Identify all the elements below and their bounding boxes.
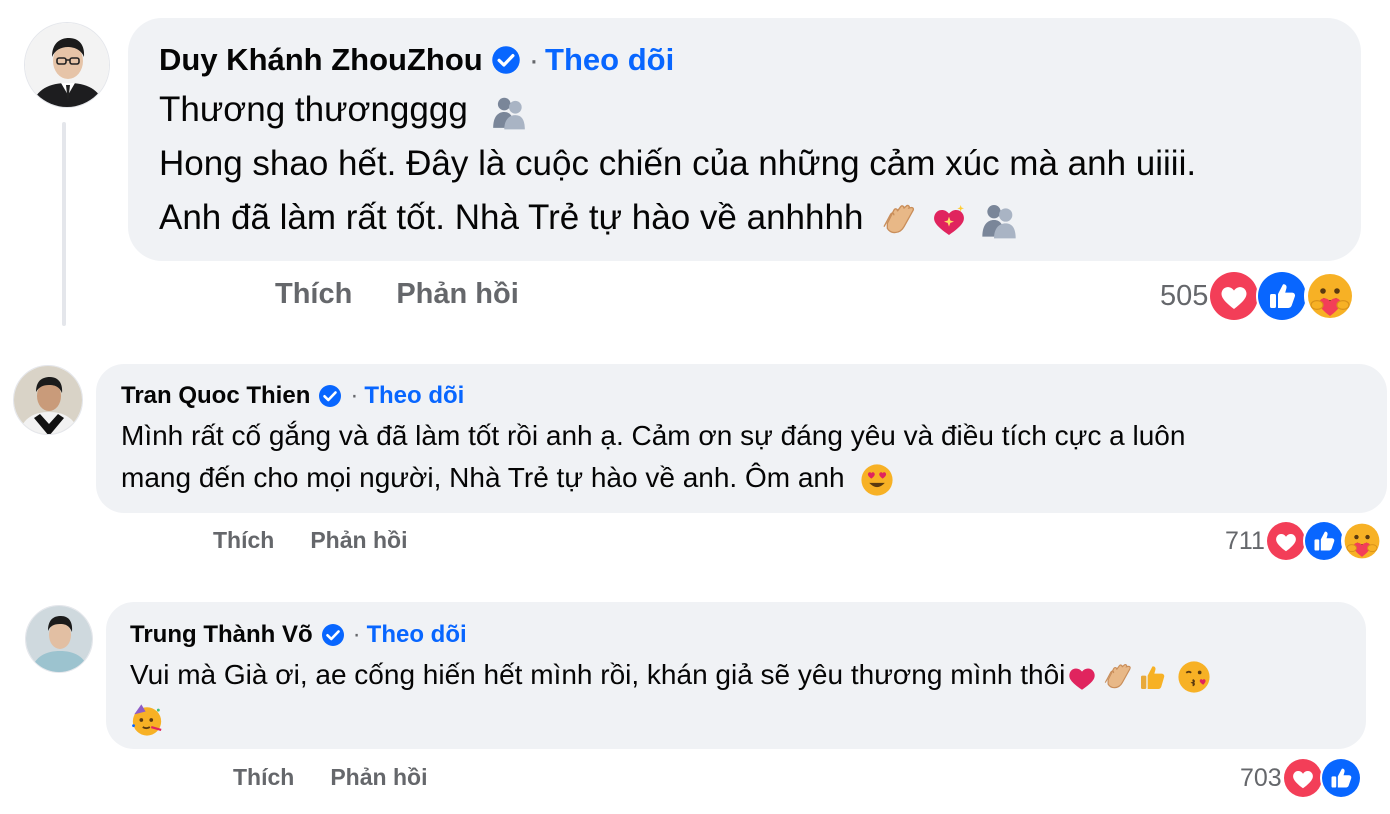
red-heart-icon <box>1069 668 1096 690</box>
like-button[interactable]: Thích <box>233 764 294 791</box>
avatar[interactable] <box>25 605 93 673</box>
comment-actions: Thích Phản hồi <box>275 278 519 311</box>
comment-header: Tran Quoc Thien · Theo dõi <box>121 382 464 410</box>
comment-actions: Thích Phản hồi <box>213 527 407 554</box>
love-reaction-icon <box>1208 270 1261 322</box>
author-name[interactable]: Trung Thành Võ <box>130 621 313 649</box>
hug-people-icon <box>981 204 1016 239</box>
comment-text-line: Anh đã làm rất tốt. Nhà Trẻ tự hào về an… <box>159 196 1019 240</box>
verified-badge-icon <box>490 45 521 75</box>
comment-text: Anh đã làm rất tốt. Nhà Trẻ tự hào về an… <box>159 198 864 237</box>
reply-button[interactable]: Phản hồi <box>310 527 407 554</box>
like-reaction-icon <box>1302 520 1345 562</box>
care-reaction-icon <box>1340 520 1383 562</box>
thread-line <box>62 122 66 326</box>
comment-header: Duy Khánh ZhouZhou · Theo dõi <box>159 42 674 78</box>
sparkling-heart-icon <box>933 204 964 235</box>
like-reaction-icon <box>1256 270 1309 322</box>
reaction-count: 703 <box>1240 763 1282 792</box>
like-button[interactable]: Thích <box>275 278 352 311</box>
avatar[interactable] <box>13 365 83 435</box>
separator-dot: · <box>352 621 361 648</box>
partying-face-icon <box>130 702 163 737</box>
comment-text: Hong shao hết. Đây là cuộc chiến của nhữ… <box>159 144 1197 183</box>
reply-button[interactable]: Phản hồi <box>396 278 518 311</box>
follow-button[interactable]: Theo dõi <box>364 382 464 410</box>
love-reaction-icon <box>1281 757 1324 799</box>
comment-text-line: Thương thươngggg <box>159 88 528 132</box>
clapping-hands-icon <box>1105 663 1132 688</box>
comment-text: Mình rất cố gắng và đã làm tốt rồi anh ạ… <box>121 420 1186 451</box>
comment-bubble: Tran Quoc Thien · Theo dõi Mình rất cố g… <box>96 364 1387 513</box>
love-reaction-icon <box>1264 520 1307 562</box>
reaction-summary[interactable]: 505 <box>1160 270 1357 322</box>
comment-text-line: Vui mà Già ơi, ae cống hiến hết mình rồi… <box>130 655 1211 695</box>
reaction-count: 711 <box>1225 526 1265 555</box>
verified-badge-icon <box>318 384 343 408</box>
like-button[interactable]: Thích <box>213 527 274 554</box>
separator-dot: · <box>528 42 540 77</box>
verified-badge-icon <box>320 623 345 647</box>
follow-button[interactable]: Theo dõi <box>367 621 467 649</box>
author-name[interactable]: Tran Quoc Thien <box>121 382 310 410</box>
heart-eyes-face-icon <box>861 464 893 496</box>
thumbs-up-icon <box>1141 666 1165 689</box>
comment-text-line: mang đến cho mọi người, Nhà Trẻ tự hào v… <box>121 458 894 498</box>
reaction-summary[interactable]: 711 <box>1225 520 1383 562</box>
care-reaction-icon <box>1304 270 1357 322</box>
kissing-face-icon <box>1177 660 1211 694</box>
comment-text: Thương thươngggg <box>159 90 468 129</box>
reaction-count: 505 <box>1160 279 1209 312</box>
separator-dot: · <box>350 382 359 409</box>
comment-actions: Thích Phản hồi <box>233 764 427 791</box>
avatar[interactable] <box>24 22 110 108</box>
reply-button[interactable]: Phản hồi <box>330 764 427 791</box>
comment-text: mang đến cho mọi người, Nhà Trẻ tự hào v… <box>121 462 845 493</box>
like-reaction-icon <box>1319 757 1362 799</box>
comment-text: Vui mà Già ơi, ae cống hiến hết mình rồi… <box>130 659 1066 690</box>
comment-text-line <box>130 698 164 738</box>
follow-button[interactable]: Theo dõi <box>545 42 674 78</box>
clapping-hands-icon <box>883 204 915 233</box>
comment-text-line: Mình rất cố gắng và đã làm tốt rồi anh ạ… <box>121 416 1185 456</box>
comment-text-line: Hong shao hết. Đây là cuộc chiến của nhữ… <box>159 142 1196 186</box>
comment-bubble: Duy Khánh ZhouZhou · Theo dõi Thương thư… <box>128 18 1361 261</box>
comment-header: Trung Thành Võ · Theo dõi <box>130 621 467 649</box>
comment-bubble: Trung Thành Võ · Theo dõi Vui mà Già ơi,… <box>106 602 1366 749</box>
hug-people-icon <box>492 97 525 130</box>
reaction-summary[interactable]: 703 <box>1240 757 1362 799</box>
author-name[interactable]: Duy Khánh ZhouZhou <box>159 42 483 78</box>
